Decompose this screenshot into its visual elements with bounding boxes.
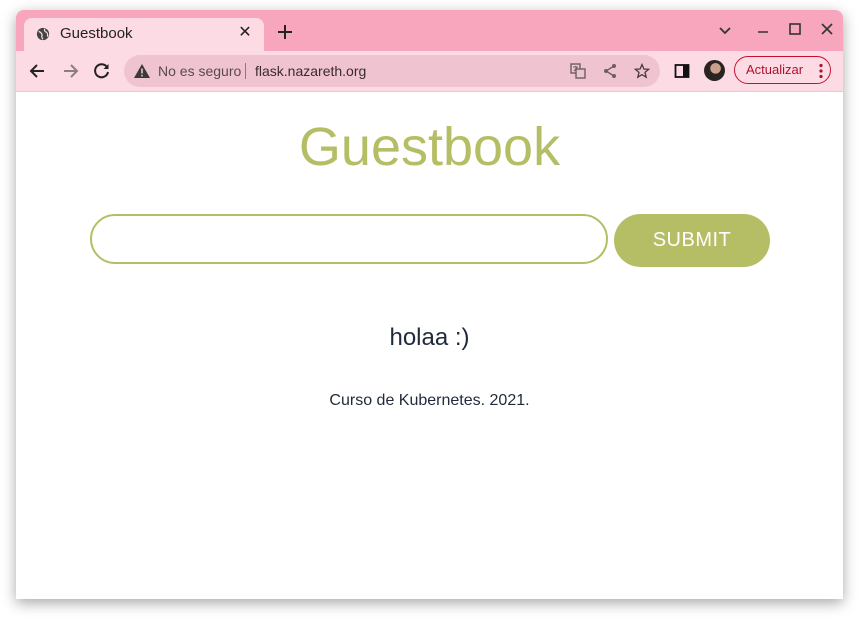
page-title: Guestbook [298, 117, 561, 177]
page-footer: Curso de Kubernetes. 2021. [329, 392, 530, 409]
browser-window: Guestbook ✕ No es seguro flask.nazareth.… [16, 10, 843, 599]
update-button-label: Actualizar [746, 62, 804, 77]
menu-dots-icon[interactable] [819, 63, 823, 79]
share-icon[interactable] [602, 63, 618, 79]
profile-avatar[interactable] [704, 60, 725, 81]
submit-button[interactable]: SUBMIT [614, 214, 770, 267]
update-button[interactable]: Actualizar [734, 56, 831, 84]
browser-toolbar: No es seguro flask.nazareth.org Actualiz… [16, 51, 843, 92]
warning-icon[interactable] [134, 64, 150, 78]
guestbook-input[interactable] [90, 214, 608, 264]
address-bar[interactable]: No es seguro flask.nazareth.org [124, 55, 660, 87]
new-tab-icon[interactable] [276, 23, 294, 41]
forward-arrow-icon[interactable] [60, 61, 80, 81]
address-separator [245, 63, 246, 79]
maximize-icon[interactable] [787, 21, 803, 37]
page-viewport: Guestbook SUBMIT holaa :) Curso de Kuber… [16, 92, 843, 599]
tab-strip: Guestbook ✕ [16, 10, 843, 51]
bookmark-star-icon[interactable] [634, 63, 650, 79]
url-text[interactable]: flask.nazareth.org [255, 63, 366, 79]
reload-icon[interactable] [92, 61, 112, 81]
minimize-icon[interactable] [755, 22, 771, 38]
close-tab-icon[interactable]: ✕ [236, 24, 254, 42]
tab-search-chevron-icon[interactable] [717, 22, 733, 38]
window-close-icon[interactable] [819, 21, 835, 37]
security-label[interactable]: No es seguro [158, 63, 241, 79]
tab-title: Guestbook [60, 25, 133, 42]
guestbook-entry: holaa :) [389, 324, 470, 351]
back-arrow-icon[interactable] [28, 61, 48, 81]
tab-guestbook[interactable]: Guestbook ✕ [24, 18, 264, 51]
side-panel-icon[interactable] [674, 63, 690, 79]
globe-icon [36, 27, 50, 41]
translate-icon[interactable] [570, 63, 586, 79]
